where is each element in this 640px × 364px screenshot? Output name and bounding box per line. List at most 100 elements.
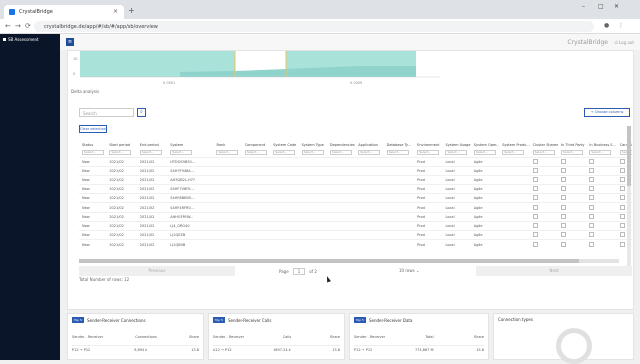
checkbox[interactable] (561, 158, 567, 164)
rows-per-page-select[interactable]: 10 rows ⌄ (399, 268, 419, 273)
back-icon[interactable]: ← (5, 22, 11, 30)
address-bar[interactable]: crystalbridge.de/app/#/sb/#/app/sb/overv… (34, 21, 594, 32)
previous-page-button[interactable]: Previous (79, 266, 235, 276)
table-row[interactable]: New 2021/02 2021/02 S4HF8BEN5... Prod Local Ag… (79, 193, 632, 203)
checkbox[interactable] (561, 241, 567, 247)
vertical-scrollbar[interactable] (627, 126, 631, 266)
scrollbar-thumb[interactable] (79, 259, 579, 263)
column-header[interactable]: Application (355, 141, 383, 149)
column-header[interactable]: System Oper... (471, 141, 499, 149)
checkbox[interactable] (532, 222, 538, 228)
table-row[interactable]: New 2021/02 2021/02 S4HF7V8FK... Prod Local Ag… (79, 184, 632, 194)
checkbox[interactable] (561, 204, 567, 210)
forward-icon[interactable]: → (15, 22, 21, 30)
tab-close-icon[interactable]: × (113, 8, 118, 15)
column-header[interactable]: System (167, 141, 213, 149)
checkbox[interactable] (619, 241, 625, 247)
checkbox[interactable] (619, 158, 625, 164)
checkbox[interactable] (589, 176, 595, 182)
checkbox[interactable] (561, 195, 567, 201)
checkbox[interactable] (532, 158, 538, 164)
hamburger-icon[interactable]: ≡ (66, 38, 74, 46)
column-header[interactable]: System Type (299, 141, 327, 149)
column-header[interactable]: System Usage (442, 141, 470, 149)
column-filter-select[interactable]: Select... (301, 150, 324, 156)
checkbox[interactable] (589, 186, 595, 192)
checkbox[interactable] (589, 195, 595, 201)
checkbox[interactable] (619, 204, 625, 210)
column-header[interactable]: System Code (270, 141, 298, 149)
checkbox[interactable] (619, 186, 625, 192)
column-header[interactable]: Status (79, 141, 106, 149)
choose-columns-button[interactable]: + Choose columns (584, 108, 630, 117)
next-page-button[interactable]: Next (476, 266, 632, 276)
checkbox[interactable] (561, 186, 567, 192)
logout-button[interactable]: ⏻ Log out (615, 40, 634, 45)
table-row[interactable]: New 2021/02 2021/02 AH3QB2L.H77 Prod Local Agi… (79, 174, 632, 185)
column-filter-select[interactable]: Select... (170, 150, 193, 156)
search-icon[interactable]: ⌕ (137, 108, 146, 117)
column-filter-select[interactable]: Select... (589, 150, 612, 156)
checkbox[interactable] (532, 176, 538, 182)
close-window-icon[interactable]: ✕ (614, 3, 619, 10)
column-header[interactable]: Dependencies (327, 141, 355, 149)
checkbox[interactable] (561, 167, 567, 173)
column-filter-select[interactable]: Select... (417, 150, 440, 156)
column-filter-select[interactable]: Select... (216, 150, 239, 156)
scrollbar-thumb[interactable] (627, 126, 631, 186)
checkbox[interactable] (589, 167, 595, 173)
checkbox[interactable] (561, 222, 567, 228)
column-header[interactable]: In Third Party (558, 141, 586, 149)
column-filter-select[interactable]: Select... (473, 150, 496, 156)
checkbox[interactable] (619, 167, 625, 173)
checkbox[interactable] (532, 213, 538, 219)
checkbox[interactable] (619, 232, 625, 238)
checkbox[interactable] (589, 158, 595, 164)
reload-icon[interactable]: ⟳ (25, 22, 31, 30)
column-header[interactable]: Start period (106, 141, 136, 149)
checkbox[interactable] (589, 222, 595, 228)
table-row[interactable]: New 2021/02 2021/02 HTDGS9B30... Prod Local Ag… (79, 156, 632, 167)
checkbox[interactable] (532, 204, 538, 210)
column-filter-select[interactable]: Select... (139, 150, 162, 156)
column-filter-select[interactable]: Select... (329, 150, 352, 156)
column-filter-select[interactable]: Select... (244, 150, 267, 156)
column-header[interactable]: Rank (213, 141, 241, 149)
checkbox[interactable] (532, 195, 538, 201)
table-row[interactable]: New 2021/02 2021/02 LJ4_ORG40 Prod Local Agile… (79, 220, 632, 231)
column-header[interactable]: Database Ty... (384, 141, 414, 149)
column-filter-select[interactable]: Select... (109, 150, 132, 156)
minimize-icon[interactable]: – (582, 3, 585, 10)
column-filter-select[interactable]: Select... (502, 150, 525, 156)
column-filter-select[interactable]: Select... (82, 150, 104, 156)
column-header[interactable]: Cluster Shared (530, 141, 558, 149)
checkbox[interactable] (589, 204, 595, 210)
table-row[interactable]: New 2021/02 2021/02 AHHGFRYW... Prod Local Agi… (79, 211, 632, 222)
maximize-icon[interactable]: □ (598, 3, 604, 10)
checkbox[interactable] (532, 232, 538, 238)
profile-icon[interactable]: ● (604, 22, 609, 29)
sidebar-item-sb-assessment[interactable]: SB Assessment (3, 37, 39, 42)
column-header[interactable]: System Produ... (499, 141, 529, 149)
checkbox[interactable] (561, 213, 567, 219)
column-filter-select[interactable]: Select... (445, 150, 468, 156)
column-filter-select[interactable]: Select... (386, 150, 409, 156)
column-header[interactable]: In Business S... (586, 141, 616, 149)
checkbox[interactable] (619, 195, 625, 201)
horizontal-scrollbar[interactable] (79, 259, 619, 263)
column-filter-select[interactable]: Select... (273, 150, 296, 156)
column-header[interactable]: Component (242, 141, 270, 149)
search-input[interactable]: Search (79, 108, 134, 117)
column-filter-select[interactable]: Select... (532, 150, 555, 156)
checkbox[interactable] (589, 232, 595, 238)
checkbox[interactable] (532, 167, 538, 173)
column-header[interactable]: Environment (414, 141, 442, 149)
checkbox[interactable] (619, 222, 625, 228)
table-row[interactable]: New 2021/02 2021/02 S4HF4RFR0... Prod Local Ag… (79, 202, 632, 213)
column-filter-select[interactable]: Select... (561, 150, 584, 156)
table-row[interactable]: New2021/022021/02LJ1QEZBProdLocalAgileB_… (79, 229, 632, 240)
table-row[interactable]: New2021/022021/02LJ1QB0BProdLocalAgileB_… (79, 239, 632, 249)
new-tab-icon[interactable]: + (128, 6, 135, 15)
checkbox[interactable] (532, 241, 538, 247)
checkbox[interactable] (561, 232, 567, 238)
